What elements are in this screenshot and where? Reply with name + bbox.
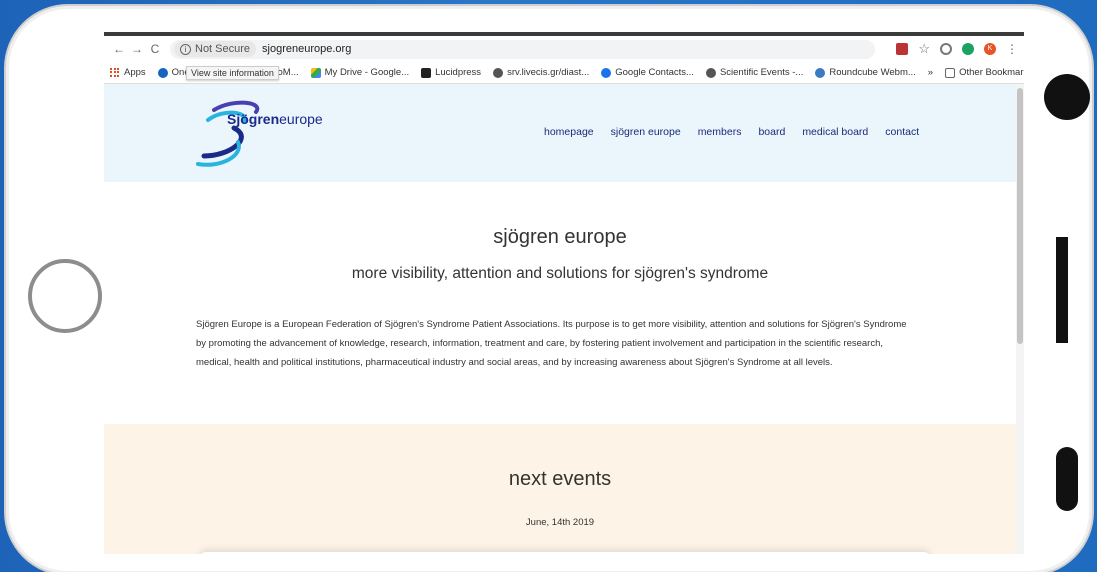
reload-icon[interactable]: C — [146, 42, 164, 56]
event-date: June, 14th 2019 — [525, 517, 595, 528]
events-section: next events June, 14th 2019 — [104, 424, 1016, 554]
site-info-chip[interactable]: i Not Secure — [174, 41, 257, 57]
lucidpress-icon — [421, 67, 432, 78]
bookmark-onedrive[interactable]: One — [157, 67, 190, 78]
page-title: sjögren europe — [493, 226, 627, 248]
bookmark-roundcube[interactable]: Roundcube Webm... — [815, 67, 916, 78]
extension-icon[interactable] — [896, 43, 909, 55]
bookmark-scientific-events[interactable]: Scientific Events -... — [705, 67, 803, 78]
nav-contact[interactable]: contact — [885, 126, 919, 138]
event-card[interactable] — [200, 552, 930, 554]
bookmarks-bar: Apps One d | CoM... My Drive - Google...… — [104, 62, 1024, 84]
nav-members[interactable]: members — [698, 126, 742, 138]
bookmark-srv-livecis[interactable]: srv.livecis.gr/diast... — [493, 67, 589, 78]
other-bookmarks[interactable]: Other Bookmarks — [945, 67, 1024, 78]
url-text[interactable]: sjogreneurope.org — [262, 43, 351, 55]
cloud-icon — [157, 67, 168, 78]
site-header: Sjögreneurope homepage sjögren europe me… — [104, 84, 1016, 182]
nav-sjogren-europe[interactable]: sjögren europe — [611, 126, 681, 138]
omnibox[interactable]: i Not Secure sjogreneurope.org — [170, 39, 875, 59]
web-page: Sjögreneurope homepage sjögren europe me… — [104, 84, 1016, 554]
profile-avatar[interactable]: K — [984, 43, 996, 55]
events-title: next events — [508, 468, 612, 490]
nav-homepage[interactable]: homepage — [544, 126, 594, 138]
scrollbar-thumb[interactable] — [1017, 88, 1023, 344]
globe-icon — [705, 67, 716, 78]
drive-icon — [310, 67, 321, 78]
star-icon[interactable]: ☆ — [918, 41, 930, 57]
menu-icon[interactable]: ⋮ — [1006, 42, 1018, 56]
bookmark-apps[interactable]: Apps — [110, 67, 146, 78]
main-content: sjögren europe more visibility, attentio… — [104, 226, 1016, 372]
site-logo-text[interactable]: Sjögreneurope — [227, 111, 323, 127]
bookmark-lucidpress[interactable]: Lucidpress — [421, 67, 481, 78]
camera-dot — [1044, 74, 1090, 120]
address-bar: ← → C i Not Secure sjogreneurope.org ☆ K… — [104, 36, 1024, 62]
speaker-bar — [1056, 237, 1068, 343]
bookmark-google-contacts[interactable]: Google Contacts... — [601, 67, 694, 78]
forward-icon[interactable]: → — [128, 42, 146, 56]
intro-paragraph: Sjögren Europe is a European Federation … — [196, 319, 907, 368]
bookmarks-overflow-button[interactable]: » — [928, 67, 933, 78]
nav-board[interactable]: board — [758, 126, 785, 138]
security-label: Not Secure — [195, 43, 251, 55]
site-info-tooltip: View site information — [186, 66, 279, 80]
nav-medical-board[interactable]: medical board — [802, 126, 868, 138]
extension-circle-icon[interactable] — [940, 43, 952, 55]
sjogren-logo-icon[interactable] — [194, 98, 334, 170]
page-subtitle: more visibility, attention and solutions… — [351, 265, 769, 282]
contacts-icon — [601, 67, 612, 78]
folder-icon — [945, 67, 956, 78]
bookmark-my-drive[interactable]: My Drive - Google... — [310, 67, 409, 78]
apps-grid-icon — [110, 67, 120, 78]
site-nav: homepage sjögren europe members board me… — [544, 126, 919, 138]
scrollbar[interactable] — [1016, 84, 1024, 554]
info-icon: i — [180, 43, 191, 55]
roundcube-icon — [815, 67, 826, 78]
globe-icon — [493, 67, 504, 78]
side-button[interactable] — [1056, 447, 1078, 511]
back-icon[interactable]: ← — [110, 42, 128, 56]
home-button[interactable] — [28, 259, 102, 333]
grammarly-icon[interactable] — [962, 43, 974, 55]
browser-screen: ← → C i Not Secure sjogreneurope.org ☆ K… — [104, 32, 1024, 554]
